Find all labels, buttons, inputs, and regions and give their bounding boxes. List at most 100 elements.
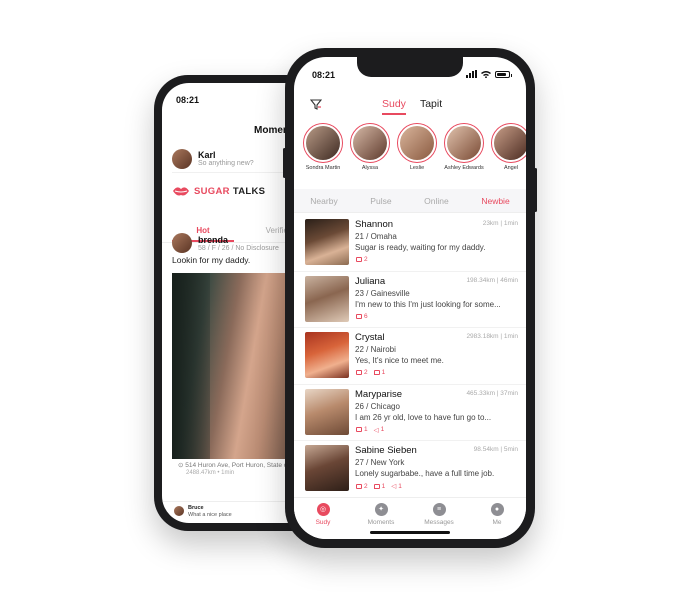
user-name: Shannon [355,219,394,230]
pin-icon: ⊙ [178,462,184,469]
story-strip: Sondra Martin Alyssa Leslie Ashley Edwar… [302,123,526,185]
photo-count-icon [356,427,362,432]
user-stats: 2 [356,256,368,263]
tab-tapit[interactable]: Tapit [420,98,442,115]
story-name: Leslie [409,165,425,171]
user-location: 26 / Chicago [355,401,400,411]
nav-label: Messages [424,519,454,526]
user-distance: 198.34km | 46min [466,276,518,284]
front-phone: 08:21 Sudy Tapit Sondra Martin Alyssa Le… [283,48,537,548]
user-stats: 6 [356,313,368,320]
user-message: Yes, It's nice to meet me. [355,356,444,365]
notch [357,57,463,77]
user-list: Shannon 23km | 1min 21 / Omaha Sugar is … [294,215,526,498]
person-icon: ● [490,503,504,516]
user-name: Juliana [355,275,386,287]
filter-tabs: Nearby Pulse Online Newbie [294,189,526,213]
avatar[interactable] [172,233,192,253]
status-icons [466,70,512,78]
tab-pulse[interactable]: Pulse [370,196,391,206]
photo-count-icon [356,483,362,489]
avatar [494,126,526,160]
avatar [174,506,184,516]
user-photo[interactable] [305,445,349,491]
user-stats: 2 1 [356,369,385,376]
home-indicator [370,531,450,534]
story-item[interactable]: Alyssa [349,123,391,185]
tab-nearby[interactable]: Nearby [310,196,337,206]
user-message: I'm new to this I'm just looking for som… [355,299,501,309]
comment-text: What a nice place [188,512,232,518]
user-location: 22 / Nairobi [355,345,396,354]
post-location: ⊙ 514 Huron Ave, Port Huron, State of M [178,462,297,469]
user-photo[interactable] [305,332,349,378]
story-name: Sondra Martin [305,165,341,171]
list-item[interactable]: Sabine Sieben 98.54km | 5min 27 / New Yo… [294,441,526,498]
target-icon: ◎ [316,503,330,516]
post-text: Lookin for my daddy. [172,255,251,265]
photo-count-icon [356,313,362,319]
tab-newbie[interactable]: Newbie [481,196,509,206]
list-item[interactable]: Shannon 23km | 1min 21 / Omaha Sugar is … [294,215,526,272]
user-stats: 2 1 ◁ 1 [356,482,402,490]
photo-count-icon [356,370,362,375]
user-photo[interactable] [305,388,349,435]
list-item[interactable]: Maryparise 465.33km | 37min 26 / Chicago… [294,385,526,441]
avatar [306,126,340,160]
chat-icon: ≡ [432,503,446,516]
filter-icon[interactable] [310,98,322,110]
story-name: Alyssa [361,165,379,171]
user-photo[interactable] [305,219,349,265]
battery-icon [495,70,512,78]
post-author: brenda [198,234,229,245]
nav-label: Sudy [315,519,331,526]
tab-sudy[interactable]: Sudy [382,98,406,115]
photo-count-icon [356,257,362,262]
user-name: Maryparise [355,388,402,400]
avatar [447,126,481,160]
avatar [353,126,387,160]
lips-icon [173,187,189,196]
top-tabs: Sudy Tapit [382,98,442,115]
volume-button [283,148,286,178]
user-distance: 465.33km | 37min [466,389,518,397]
post-meta: 58 / F / 26 / No Disclosure [198,244,279,252]
list-item[interactable]: Juliana 198.34km | 46min 23 / Gainesvill… [294,272,526,328]
story-name: Angel [503,165,519,171]
user-message: Lonely sugarbabe., have a full time job. [355,469,495,478]
user-distance: 23km | 1min [482,220,518,227]
list-item[interactable]: Crystal 2983.18km | 1min 22 / Nairobi Ye… [294,328,526,385]
story-name: Ashley Edwards [444,165,484,171]
user-name: Crystal [355,332,385,343]
power-button [534,168,537,212]
user-message: Sugar is ready, waiting for my daddy. [355,243,486,252]
story-item[interactable]: Ashley Edwards [443,123,485,185]
nav-me[interactable]: ● Me [475,503,519,539]
tab-online[interactable]: Online [424,196,449,206]
brand-part2: TALKS [232,185,266,197]
avatar [172,148,192,169]
user-distance: 98.54km | 5min [473,446,518,453]
story-item[interactable]: Sondra Martin [302,123,344,185]
user-location: 21 / Omaha [355,232,397,241]
wifi-icon [481,71,491,78]
speaker-icon: ◁ [373,426,379,434]
story-item[interactable]: Leslie [396,123,438,185]
comment-author: Bruce [188,505,204,511]
story-item[interactable]: Angel [490,123,526,185]
avatar [400,126,434,160]
user-location: 27 / New York [355,458,405,467]
nav-sudy[interactable]: ◎ Sudy [301,503,345,539]
status-time: 08:21 [176,95,200,105]
user-distance: 2983.18km | 1min [466,333,518,340]
speaker-icon: ◁ [391,483,397,490]
user-photo[interactable] [305,275,349,322]
user-name: Sabine Sieben [355,445,417,456]
post-distance: 2488.47km • 1min [186,470,235,476]
user-stats: 1 ◁ 1 [356,426,384,434]
signal-icon [466,70,477,78]
back-phone: 08:21 Moment Karl So anything new? SUGAR… [154,75,312,531]
nav-label: Me [492,519,502,526]
status-time: 08:21 [312,70,336,80]
comment-icon [373,483,380,489]
